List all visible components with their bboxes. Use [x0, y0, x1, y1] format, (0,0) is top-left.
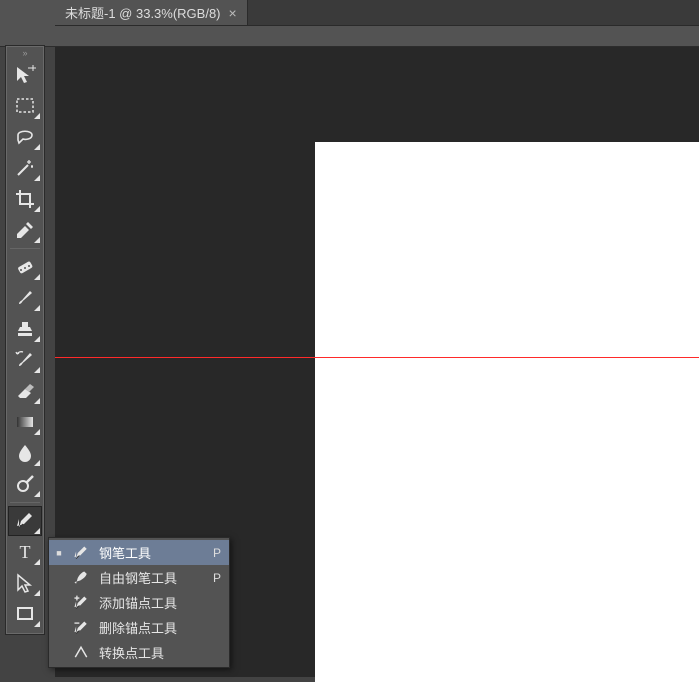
shape-icon [14, 603, 36, 625]
stamp-icon [14, 318, 36, 340]
flyout-item-0[interactable]: ■ 钢笔工具 P [49, 540, 229, 565]
selected-marker: ■ [55, 548, 63, 558]
tool-brush[interactable] [8, 283, 42, 313]
flyout-item-shortcut: P [209, 571, 221, 585]
crop-icon [14, 188, 36, 210]
path-sel-icon [14, 572, 36, 594]
document-tab[interactable]: 未标题-1 @ 33.3%(RGB/8) × [55, 0, 248, 25]
tool-type[interactable] [8, 537, 42, 567]
tool-history[interactable] [8, 345, 42, 375]
flyout-item-3[interactable]: 删除锚点工具 [49, 615, 229, 640]
eraser-icon [14, 380, 36, 402]
tool-path-sel[interactable] [8, 568, 42, 598]
tool-shape[interactable] [8, 599, 42, 629]
document-tab-bar: 未标题-1 @ 33.3%(RGB/8) × [55, 0, 699, 26]
pen-tool-flyout: ■ 钢笔工具 P 自由钢笔工具 P 添加锚点工具删除锚点工具转换点工具 [48, 537, 230, 668]
flyout-item-label: 自由钢笔工具 [99, 568, 201, 587]
flyout-item-label: 删除锚点工具 [99, 618, 201, 637]
heal-icon [14, 256, 36, 278]
type-icon [14, 541, 36, 563]
add-anchor-icon [71, 594, 91, 612]
flyout-item-label: 钢笔工具 [99, 543, 201, 562]
tool-pen[interactable] [8, 506, 42, 536]
flyout-item-shortcut: P [209, 546, 221, 560]
pen-icon [14, 510, 36, 532]
wand-icon [14, 157, 36, 179]
tool-move[interactable] [8, 60, 42, 90]
del-anchor-icon [71, 619, 91, 637]
tool-panel: » [5, 45, 45, 635]
flyout-item-2[interactable]: 添加锚点工具 [49, 590, 229, 615]
tool-heal[interactable] [8, 252, 42, 282]
brush-icon [14, 287, 36, 309]
blur-icon [14, 442, 36, 464]
close-icon[interactable]: × [229, 5, 237, 21]
tool-marquee[interactable] [8, 91, 42, 121]
dodge-icon [14, 473, 36, 495]
tool-lasso[interactable] [8, 122, 42, 152]
tool-eyedropper[interactable] [8, 215, 42, 245]
flyout-item-label: 转换点工具 [99, 643, 201, 662]
flyout-item-4[interactable]: 转换点工具 [49, 640, 229, 665]
pen-icon [71, 544, 91, 562]
convert-icon [71, 644, 91, 662]
tool-dodge[interactable] [8, 469, 42, 499]
tool-wand[interactable] [8, 153, 42, 183]
flyout-item-1[interactable]: 自由钢笔工具 P [49, 565, 229, 590]
marquee-icon [14, 95, 36, 117]
eyedropper-icon [14, 219, 36, 241]
lasso-icon [14, 126, 36, 148]
guide-horizontal[interactable] [55, 357, 699, 358]
flyout-item-label: 添加锚点工具 [99, 593, 201, 612]
panel-expand-handle[interactable]: » [6, 48, 44, 58]
document-tab-title: 未标题-1 @ 33.3%(RGB/8) [65, 3, 221, 22]
tool-blur[interactable] [8, 438, 42, 468]
tool-gradient[interactable] [8, 407, 42, 437]
free-pen-icon [71, 569, 91, 587]
document-canvas[interactable] [315, 142, 699, 682]
move-icon [14, 64, 36, 86]
tool-eraser[interactable] [8, 376, 42, 406]
history-icon [14, 349, 36, 371]
gradient-icon [14, 411, 36, 433]
tool-stamp[interactable] [8, 314, 42, 344]
tool-crop[interactable] [8, 184, 42, 214]
